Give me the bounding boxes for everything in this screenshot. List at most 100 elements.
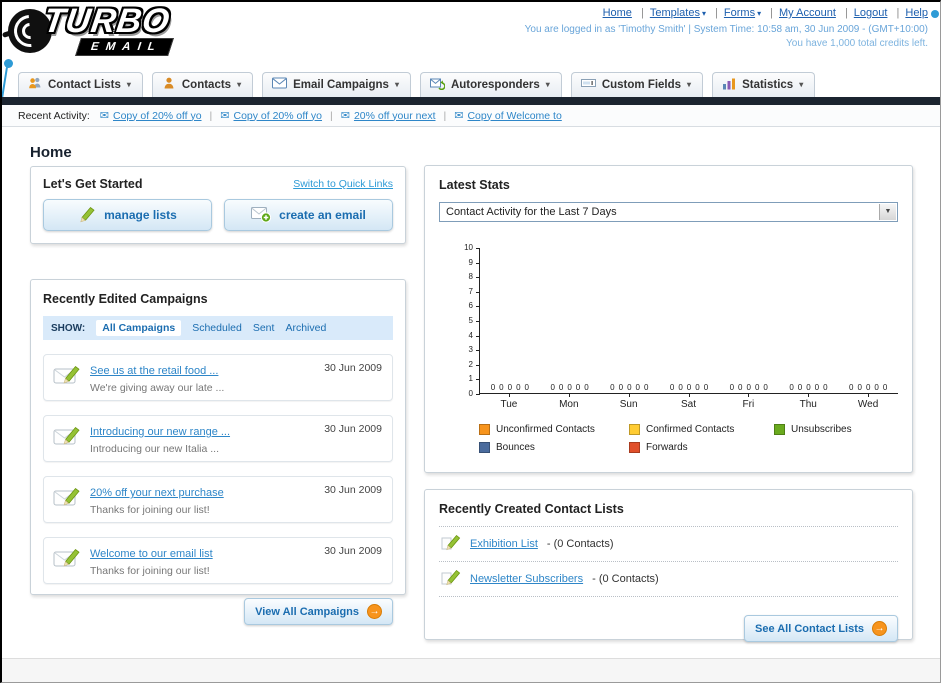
chevron-down-icon: ▾ <box>757 9 762 18</box>
chart-value-label: 0 <box>584 383 589 392</box>
pencil-icon <box>441 569 461 589</box>
legend-item: Confirmed Contacts <box>629 424 774 435</box>
nav-tab-label: Contacts <box>181 78 232 91</box>
logo-title: TURBO <box>41 2 173 40</box>
pencil-icon <box>78 205 96 226</box>
chart-day-group: 00000 <box>659 248 719 393</box>
legend-swatch <box>629 442 640 453</box>
top-link-logout[interactable]: Logout <box>854 7 888 19</box>
select-arrow-icon: ▼ <box>879 204 896 220</box>
recent-activity-item[interactable]: ✉ Copy of 20% off yo <box>202 109 322 123</box>
y-tick-mark <box>476 277 480 279</box>
y-tick-label: 8 <box>468 272 473 282</box>
chart-value-label: 0 <box>695 383 700 392</box>
top-link-templates[interactable]: Templates <box>650 7 700 19</box>
contact-list-name-link[interactable]: Exhibition List <box>470 538 538 550</box>
legend-item: Forwards <box>629 442 774 453</box>
page-footer <box>2 658 940 682</box>
email-edit-icon <box>53 361 81 392</box>
campaign-title-link[interactable]: Introducing our new range ... <box>90 426 230 438</box>
recent-activity-link[interactable]: Copy of 20% off yo <box>113 110 202 122</box>
y-tick-mark <box>476 306 480 308</box>
contact-lists-title: Recently Created Contact Lists <box>439 502 624 516</box>
recent-activity-item[interactable]: ✉ Copy of Welcome to <box>436 109 562 123</box>
switch-quick-links-link[interactable]: Switch to Quick Links <box>293 178 393 190</box>
custom-fields-icon <box>580 77 596 92</box>
app-logo[interactable]: TURBO EMAIL <box>7 2 174 56</box>
campaign-title-link[interactable]: See us at the retail food ... <box>90 365 218 377</box>
arrow-right-icon: → <box>872 621 887 636</box>
envelope-icon: ✉ <box>340 110 350 122</box>
arrow-right-icon: → <box>367 604 382 619</box>
chart-value-label: 0 <box>797 383 803 392</box>
top-link-help[interactable]: Help <box>905 7 928 19</box>
y-tick-label: 3 <box>468 345 473 355</box>
nav-tab-custom-fields[interactable]: Custom Fields ▾ <box>570 72 704 97</box>
page-title: Home <box>30 144 72 162</box>
filter-tab-all-campaigns[interactable]: All Campaigns <box>96 320 182 336</box>
nav-tab-statistics[interactable]: Statistics ▾ <box>712 72 816 97</box>
legend-swatch <box>774 424 785 435</box>
recent-activity-item[interactable]: ✉ Copy of 20% off yo <box>100 109 202 123</box>
chart-x-axis: Tue Mon Sun Sat Fri Thu Wed <box>479 394 898 410</box>
show-label: SHOW: <box>51 322 86 334</box>
envelope-icon: ✉ <box>220 110 230 122</box>
chart-value-label: 0 <box>849 383 854 392</box>
campaign-list-item[interactable]: Introducing our new range ... Introducin… <box>43 415 393 462</box>
campaign-date: 30 Jun 2009 <box>324 423 382 435</box>
chart-value-label: 0 <box>806 383 811 392</box>
chevron-down-icon: ▾ <box>237 80 242 89</box>
new-email-icon <box>251 205 272 226</box>
filter-tab-scheduled[interactable]: Scheduled <box>192 322 242 334</box>
chart-value-label: 0 <box>686 383 692 392</box>
nav-tab-email-campaigns[interactable]: Email Campaigns ▾ <box>262 72 411 97</box>
y-tick-label: 5 <box>468 316 473 325</box>
legend-label: Confirmed Contacts <box>646 424 735 435</box>
chart-value-label: 0 <box>524 383 529 392</box>
nav-tab-label: Autoresponders <box>450 78 540 91</box>
campaign-list-item[interactable]: Welcome to our email list Thanks for joi… <box>43 537 393 584</box>
nav-tab-contacts[interactable]: Contacts ▾ <box>151 72 254 97</box>
legend-item: Bounces <box>479 442 629 453</box>
recent-activity-link[interactable]: Copy of Welcome to <box>467 110 561 122</box>
view-all-campaigns-button[interactable]: View All Campaigns → <box>244 598 393 625</box>
nav-tab-autoresponders[interactable]: Autoresponders ▾ <box>419 72 562 97</box>
y-tick-label: 2 <box>468 359 473 369</box>
top-link-home[interactable]: Home <box>603 7 632 19</box>
campaign-title-link[interactable]: Welcome to our email list <box>90 548 213 560</box>
chart-value-label: 0 <box>550 383 555 392</box>
recent-activity-link[interactable]: Copy of 20% off yo <box>233 110 322 122</box>
campaign-subtitle: We're giving away our late ... <box>90 382 225 394</box>
campaign-title-link[interactable]: 20% off your next purchase <box>90 487 224 499</box>
manage-lists-button[interactable]: manage lists <box>43 199 212 231</box>
top-link-forms[interactable]: Forms <box>724 7 755 19</box>
filter-tab-sent[interactable]: Sent <box>253 322 275 334</box>
campaign-date: 30 Jun 2009 <box>324 484 382 496</box>
campaign-list-item[interactable]: See us at the retail food ... We're givi… <box>43 354 393 401</box>
top-link-my-account[interactable]: My Account <box>779 7 836 19</box>
see-all-contact-lists-label: See All Contact Lists <box>754 622 864 635</box>
recent-activity-link[interactable]: 20% off your next <box>354 110 436 122</box>
stats-period-select[interactable]: Contact Activity for the Last 7 Days ▼ <box>439 202 898 222</box>
nav-tab-contact-lists[interactable]: Contact Lists ▾ <box>18 72 143 97</box>
filter-tab-archived[interactable]: Archived <box>285 322 326 334</box>
campaigns-title: Recently Edited Campaigns <box>43 292 208 306</box>
contact-list-item[interactable]: Newsletter Subscribers - (0 Contacts) <box>439 562 898 597</box>
y-tick-mark <box>476 335 480 337</box>
chevron-down-icon: ▾ <box>394 80 399 89</box>
see-all-contact-lists-button[interactable]: See All Contact Lists → <box>743 615 898 642</box>
logo-subtitle: EMAIL <box>75 38 174 56</box>
chevron-down-icon: ▾ <box>687 80 692 89</box>
recent-activity-item[interactable]: ✉ 20% off your next <box>322 109 436 123</box>
x-tick-label: Tue <box>479 394 539 410</box>
campaign-list-item[interactable]: 20% off your next purchase Thanks for jo… <box>43 476 393 523</box>
campaign-date: 30 Jun 2009 <box>324 362 382 374</box>
app-window: TURBO EMAIL Home Templates▾ Forms▾ My Ac… <box>0 0 941 683</box>
chart-day-group: 00000 <box>838 248 898 393</box>
y-tick-label: 4 <box>468 330 473 340</box>
contact-list-name-link[interactable]: Newsletter Subscribers <box>470 573 583 585</box>
create-email-button[interactable]: create an email <box>224 199 393 231</box>
credits-info: You have 1,000 total credits left. <box>786 38 928 49</box>
campaign-subtitle: Thanks for joining our list! <box>90 565 210 577</box>
contact-list-item[interactable]: Exhibition List - (0 Contacts) <box>439 527 898 562</box>
